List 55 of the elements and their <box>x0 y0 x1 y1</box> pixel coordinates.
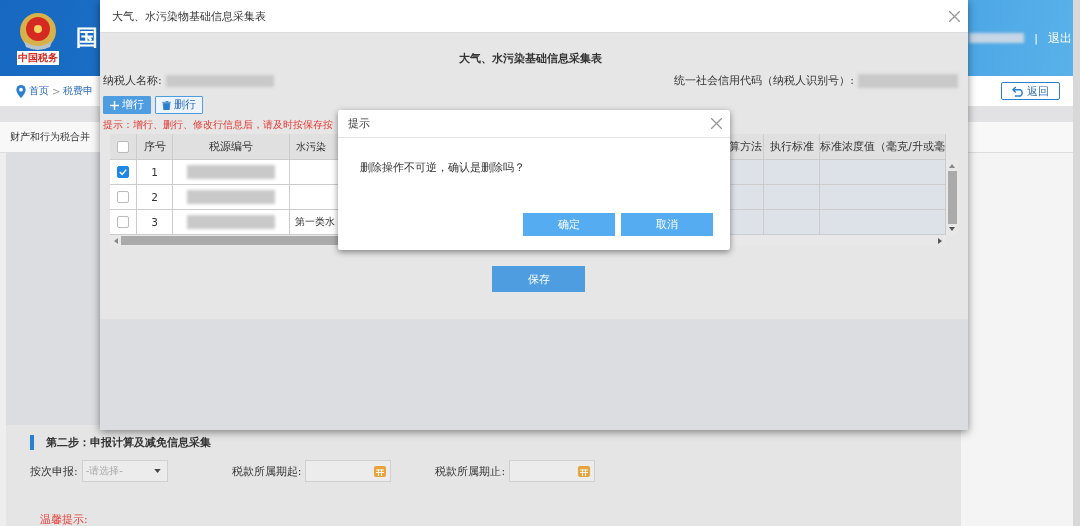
checkbox[interactable] <box>117 166 129 178</box>
calendar-icon <box>374 465 387 477</box>
scroll-down-icon[interactable] <box>949 227 955 231</box>
save-button[interactable]: 保存 <box>492 266 585 292</box>
cancel-button[interactable]: 取消 <box>621 213 713 236</box>
scroll-right-icon[interactable] <box>938 237 942 244</box>
dialog-title: 提示 <box>348 116 370 131</box>
close-icon[interactable] <box>711 118 722 129</box>
scroll-up-icon[interactable] <box>949 164 955 168</box>
date-field[interactable] <box>305 460 392 482</box>
site-title: 国 <box>76 24 98 52</box>
dialog-message: 删除操作不可逆，确认是删除吗？ <box>360 160 526 175</box>
dialog-title: 大气、水污染物基础信息采集表 <box>112 8 266 24</box>
breadcrumb-separator: > <box>52 85 61 97</box>
return-icon <box>1012 85 1025 97</box>
field-label: 纳税人名称: <box>103 73 162 88</box>
table-cell: 3 <box>137 210 173 235</box>
table-cell: 1 <box>137 160 173 185</box>
notice-title: 温馨提示: <box>40 512 89 526</box>
logo-caption: 中国税务 <box>17 51 59 65</box>
trash-icon <box>162 100 171 110</box>
column-header: 税源编号 <box>173 134 290 160</box>
location-pin-icon <box>16 84 26 98</box>
confirm-button[interactable]: 确定 <box>523 213 615 236</box>
form-title: 大气、水污染基础信息采集表 <box>458 51 603 66</box>
back-button[interactable]: 返回 <box>1001 82 1060 100</box>
column-header: 序号 <box>137 134 173 160</box>
page-scrollbar[interactable] <box>1073 0 1080 526</box>
plus-icon <box>110 100 119 110</box>
caret-icon <box>153 469 161 473</box>
date-field[interactable] <box>509 460 596 482</box>
breadcrumb-link[interactable]: 首页 <box>29 84 49 98</box>
field-label: 税款所属期起: <box>231 463 302 479</box>
add-row-button[interactable]: 增行 <box>103 96 151 114</box>
field-label: 统一社会信用代码（纳税人识别号）: <box>674 73 854 88</box>
checkbox[interactable] <box>117 191 129 203</box>
close-icon[interactable] <box>949 10 960 22</box>
redacted-value <box>969 33 1025 43</box>
scroll-left-icon[interactable] <box>114 237 118 244</box>
emblem-icon <box>18 11 58 51</box>
checkbox[interactable] <box>117 216 129 228</box>
table-cell: 2 <box>137 185 173 210</box>
column-header: 算方法 <box>728 134 764 160</box>
checkbox[interactable] <box>117 140 129 153</box>
tab[interactable]: 财产和行为税合并 <box>10 130 90 144</box>
logout-link[interactable]: 退出 <box>1048 29 1072 47</box>
column-header: 执行标准 <box>764 134 820 160</box>
calendar-icon <box>578 465 591 477</box>
field-label: 按次申报: <box>30 463 78 479</box>
breadcrumb-link[interactable]: 税费申 <box>63 84 94 98</box>
column-header: 标准浓度值（毫克/升或毫 <box>820 134 946 160</box>
field-label: 税款所属期止: <box>435 463 506 479</box>
delete-row-button[interactable]: 删行 <box>155 96 203 114</box>
hint-text: 提示：增行、删行、修改行信息后，请及时按保存按 <box>103 119 333 132</box>
separator: | <box>1034 31 1038 45</box>
